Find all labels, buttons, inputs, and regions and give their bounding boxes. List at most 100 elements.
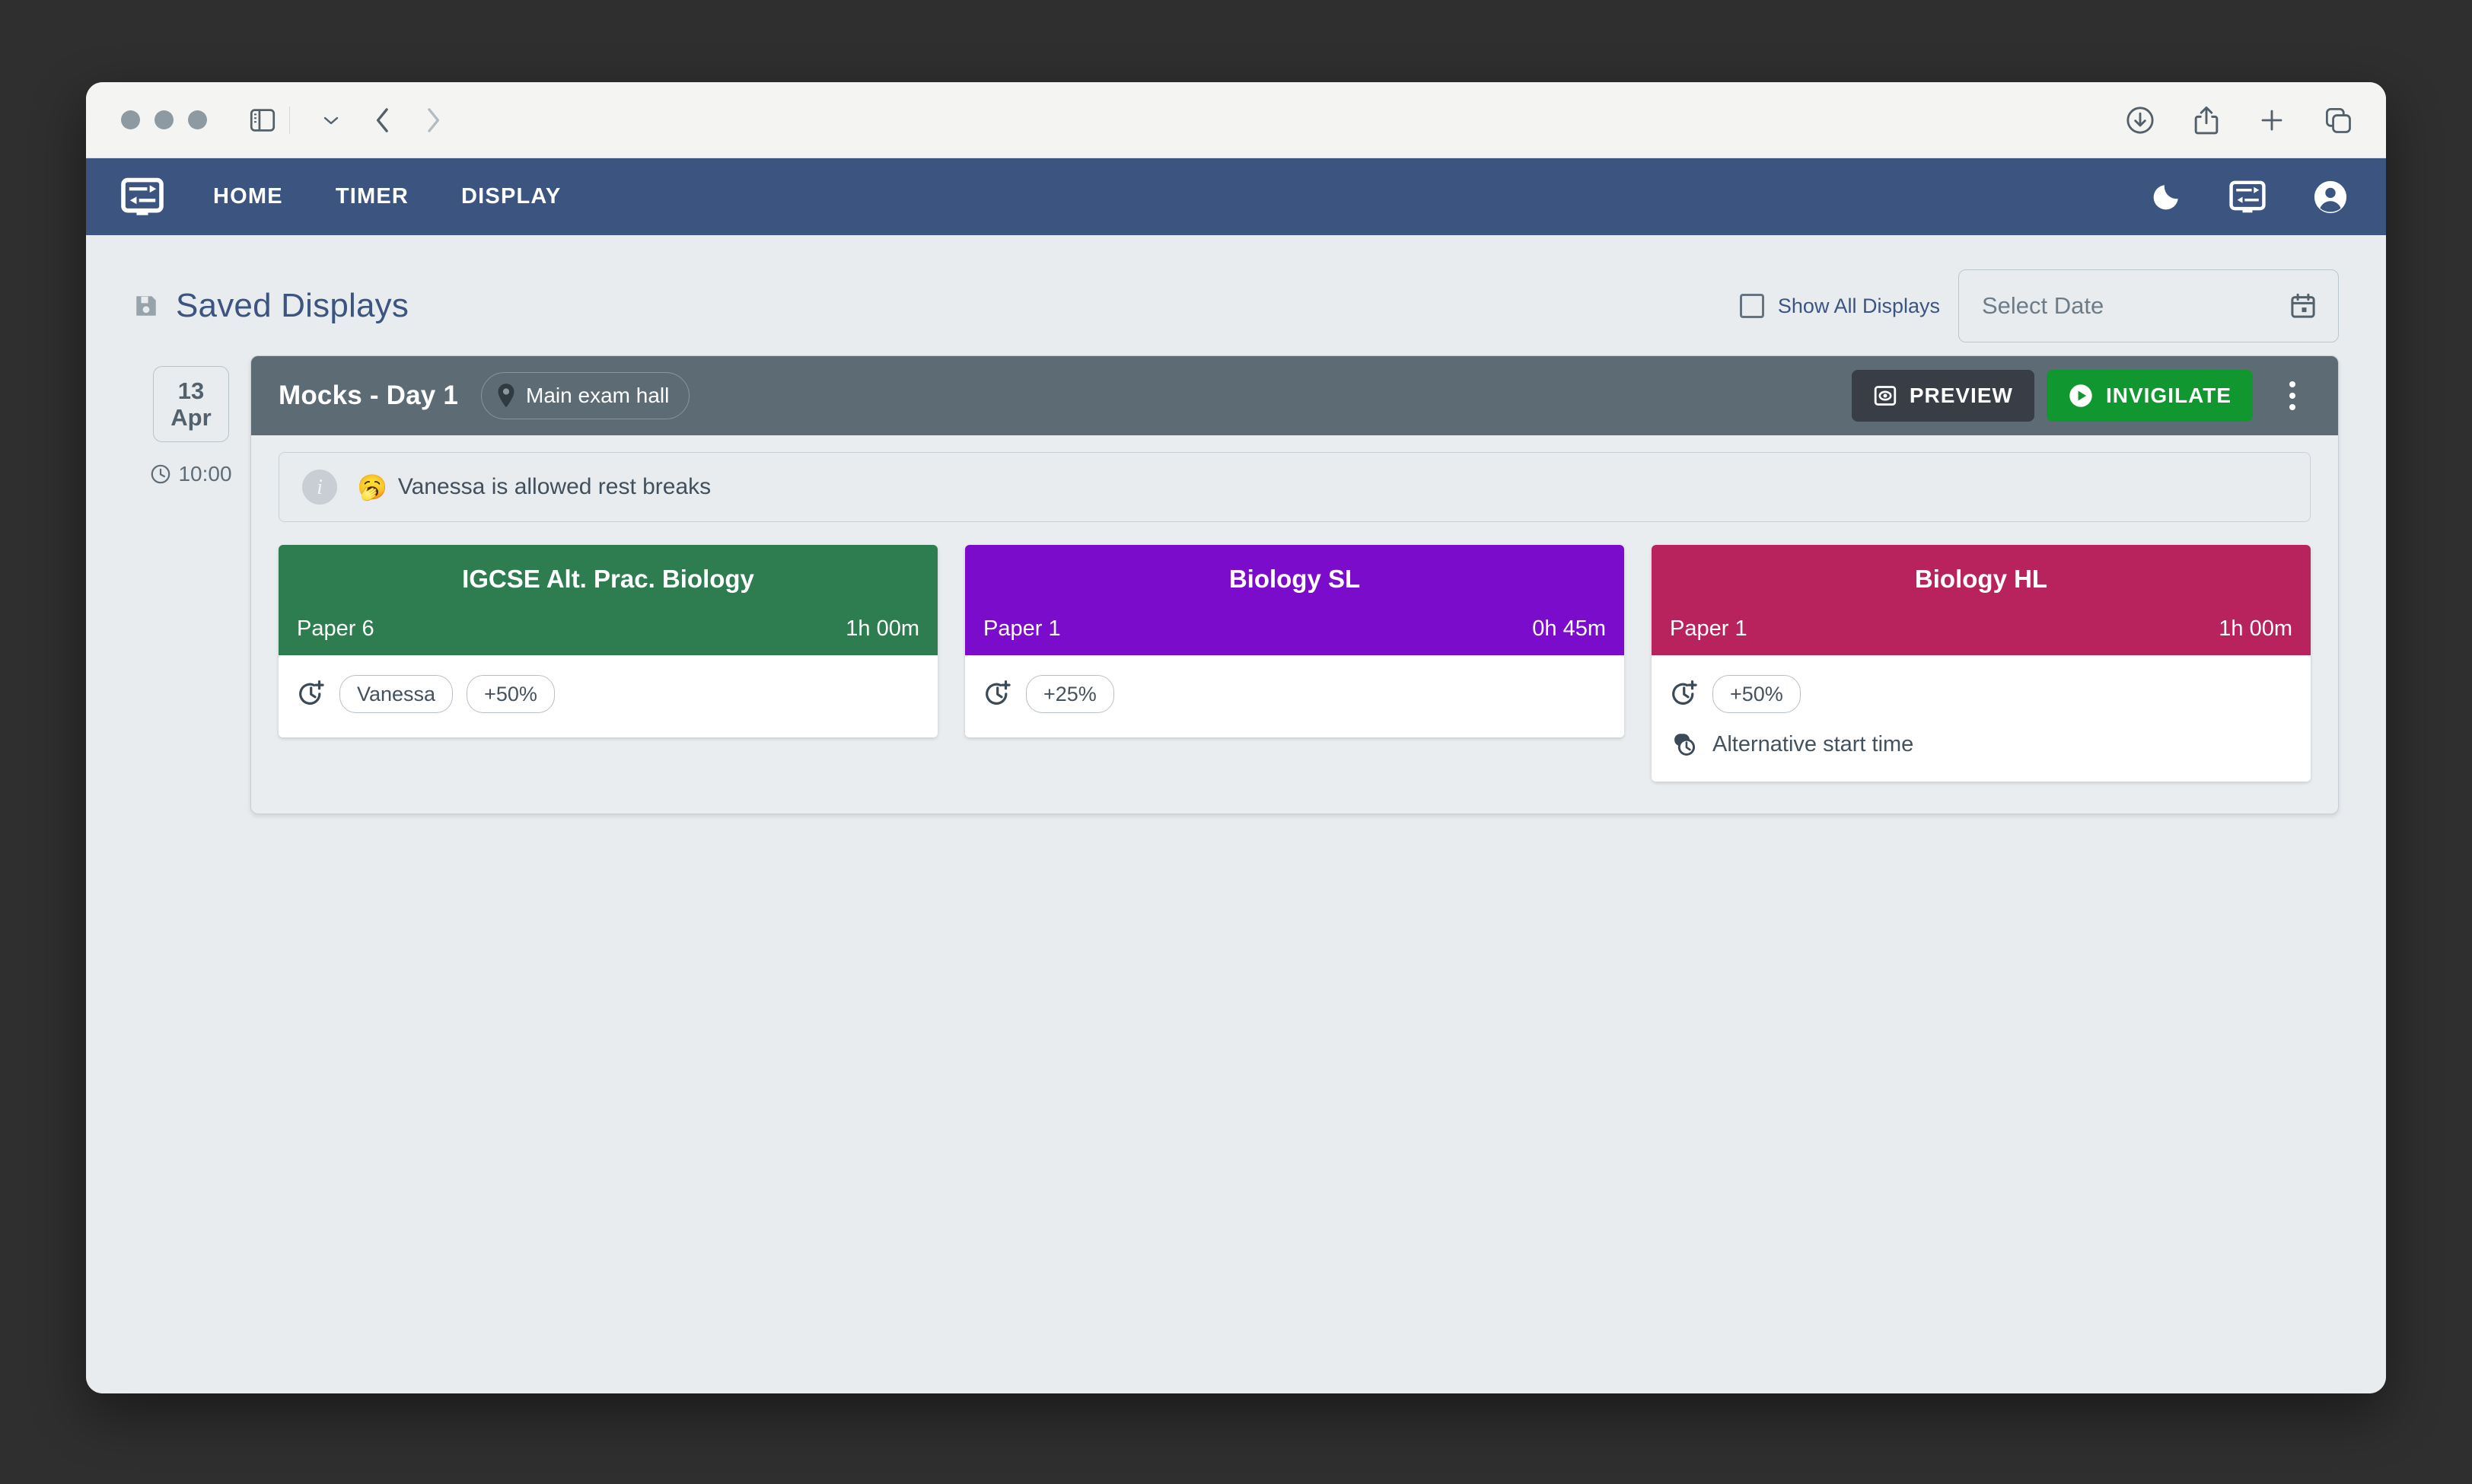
info-icon: i [302, 470, 337, 505]
display-settings-icon[interactable] [2229, 179, 2266, 215]
page-body: Saved Displays Show All Displays Select … [86, 235, 2386, 1393]
exam-card[interactable]: Biology HL Paper 1 1h 00m +50% Alternati… [1652, 545, 2311, 782]
location-name: Main exam hall [526, 384, 670, 407]
nav-tab-timer[interactable]: TIMER [314, 171, 431, 222]
display-card-actions: PREVIEW INVIGILATE [1851, 368, 2320, 423]
exam-paper: Paper 6 [297, 616, 374, 641]
exam-meta-row: Paper 1 0h 45m [983, 616, 1606, 642]
exam-title: Biology HL [1914, 565, 2048, 593]
invigilate-button[interactable]: INVIGILATE [2046, 370, 2253, 422]
extra-time-row: +25% [983, 675, 1606, 713]
schedule-start-time-row: 10:00 [150, 462, 232, 486]
schedule-date-day: 13 [177, 377, 205, 404]
more-vertical-icon[interactable] [2265, 368, 2320, 423]
display-settings-logo-icon[interactable] [121, 176, 164, 218]
show-all-displays-label: Show All Displays [1777, 294, 1940, 317]
display-note-text: Vanessa is allowed rest breaks [397, 474, 712, 499]
display-card: Mocks - Day 1 Main exam hall PREVIEW INV… [250, 355, 2339, 814]
exam-meta-row: Paper 6 1h 00m [297, 616, 919, 642]
page-header: Saved Displays Show All Displays Select … [86, 235, 2386, 342]
exam-meta-row: Paper 1 1h 00m [1670, 616, 2292, 642]
dark-mode-moon-icon[interactable] [2150, 181, 2182, 213]
navbar-right-icons [2150, 158, 2348, 235]
preview-eye-icon [1873, 384, 1897, 408]
close-window-dot[interactable] [121, 110, 140, 129]
schedule-start-time: 10:00 [178, 462, 232, 486]
clock-plus-icon [297, 680, 326, 709]
toolbar-divider [289, 106, 290, 134]
location-chip[interactable]: Main exam hall [481, 372, 690, 419]
exam-duration: 1h 00m [846, 616, 919, 641]
display-name: Mocks - Day 1 [279, 381, 459, 410]
back-arrow-icon[interactable] [374, 107, 392, 134]
display-note-bar: i 🥱 Vanessa is allowed rest breaks [279, 452, 2311, 522]
traffic-lights [121, 110, 207, 129]
app-navbar: HOME TIMER DISPLAY [86, 158, 2386, 235]
exam-pill: +50% [467, 675, 555, 713]
display-note: 🥱 Vanessa is allowed rest breaks [357, 474, 711, 500]
exam-card[interactable]: Biology SL Paper 1 0h 45m +25% [965, 545, 1624, 737]
select-date-input[interactable]: Select Date [1958, 269, 2339, 342]
nav-tab-home[interactable]: HOME [191, 171, 305, 222]
tab-overview-icon[interactable] [2324, 106, 2353, 135]
show-all-displays-toggle[interactable]: Show All Displays [1739, 294, 1940, 318]
content-row: 13 Apr 10:00 Mocks - Day 1 Main exam hal… [86, 342, 2386, 814]
page-title-group: Saved Displays [133, 287, 409, 325]
exam-paper: Paper 1 [983, 616, 1061, 641]
exam-card[interactable]: IGCSE Alt. Prac. Biology Paper 6 1h 00m [279, 545, 938, 737]
exam-card-header: Biology HL Paper 1 1h 00m [1652, 545, 2311, 655]
schedule-date-column: 13 Apr 10:00 [133, 355, 249, 486]
clock-plus-icon [1670, 680, 1699, 709]
browser-window: localhost [86, 82, 2386, 1393]
page-header-controls: Show All Displays Select Date [1739, 269, 2339, 342]
calendar-icon[interactable] [2289, 292, 2317, 320]
zoom-window-dot[interactable] [188, 110, 207, 129]
play-circle-icon [2068, 383, 2094, 409]
exam-title: Biology SL [1228, 565, 1361, 593]
menu-dot [2289, 404, 2295, 410]
nav-tab-display[interactable]: DISPLAY [439, 171, 583, 222]
exam-pill: +25% [1026, 675, 1114, 713]
exam-card-body: +50% Alternative start time [1652, 655, 2311, 782]
alternative-start-time-label: Alternative start time [1712, 731, 1914, 756]
schedule-date-chip[interactable]: 13 Apr [153, 366, 229, 442]
exam-card-body: +25% [965, 655, 1624, 737]
account-circle-icon[interactable] [2313, 180, 2348, 215]
schedule-date-month: Apr [170, 404, 212, 431]
exam-title: IGCSE Alt. Prac. Biology [462, 565, 754, 593]
forward-arrow-icon[interactable] [424, 107, 442, 134]
clock-icon [150, 463, 171, 485]
minimize-window-dot[interactable] [154, 110, 174, 129]
display-card-header: Mocks - Day 1 Main exam hall PREVIEW INV… [251, 356, 2338, 435]
menu-dot [2289, 381, 2295, 387]
exam-duration: 0h 45m [1532, 616, 1606, 641]
exam-card-body: Vanessa +50% [279, 655, 938, 737]
select-date-value: Select Date [1982, 292, 2104, 319]
exam-card-header: Biology SL Paper 1 0h 45m [965, 545, 1624, 655]
exam-card-header: IGCSE Alt. Prac. Biology Paper 6 1h 00m [279, 545, 938, 655]
preview-button-label: PREVIEW [1909, 384, 2013, 407]
share-icon[interactable] [2193, 105, 2220, 135]
sidebar-toggle-icon[interactable] [250, 108, 276, 132]
browser-toolbar: localhost [86, 82, 2386, 228]
extra-time-row: +50% [1670, 675, 2292, 713]
preview-button[interactable]: PREVIEW [1851, 370, 2034, 422]
save-floppy-icon [133, 293, 159, 319]
exam-card-grid: IGCSE Alt. Prac. Biology Paper 6 1h 00m [279, 545, 2311, 782]
exam-duration: 1h 00m [2219, 616, 2292, 641]
plus-icon[interactable] [2258, 107, 2286, 134]
invigilate-button-label: INVIGILATE [2105, 384, 2231, 407]
chevron-down-icon[interactable] [322, 114, 340, 126]
show-all-displays-checkbox[interactable] [1739, 294, 1764, 318]
clock-plus-icon [983, 680, 1012, 709]
exam-paper: Paper 1 [1670, 616, 1747, 641]
exam-pill: Vanessa [339, 675, 454, 713]
page-title: Saved Displays [176, 287, 409, 324]
download-icon[interactable] [2126, 106, 2155, 135]
alternative-start-time-row: Alternative start time [1670, 730, 2292, 759]
alarm-clock-icon [1670, 730, 1699, 759]
display-card-content: i 🥱 Vanessa is allowed rest breaks IGCSE… [251, 435, 2338, 814]
yawning-face-emoji: 🥱 [357, 473, 387, 501]
location-pin-icon [495, 383, 517, 409]
exam-pill: +50% [1712, 675, 1801, 713]
